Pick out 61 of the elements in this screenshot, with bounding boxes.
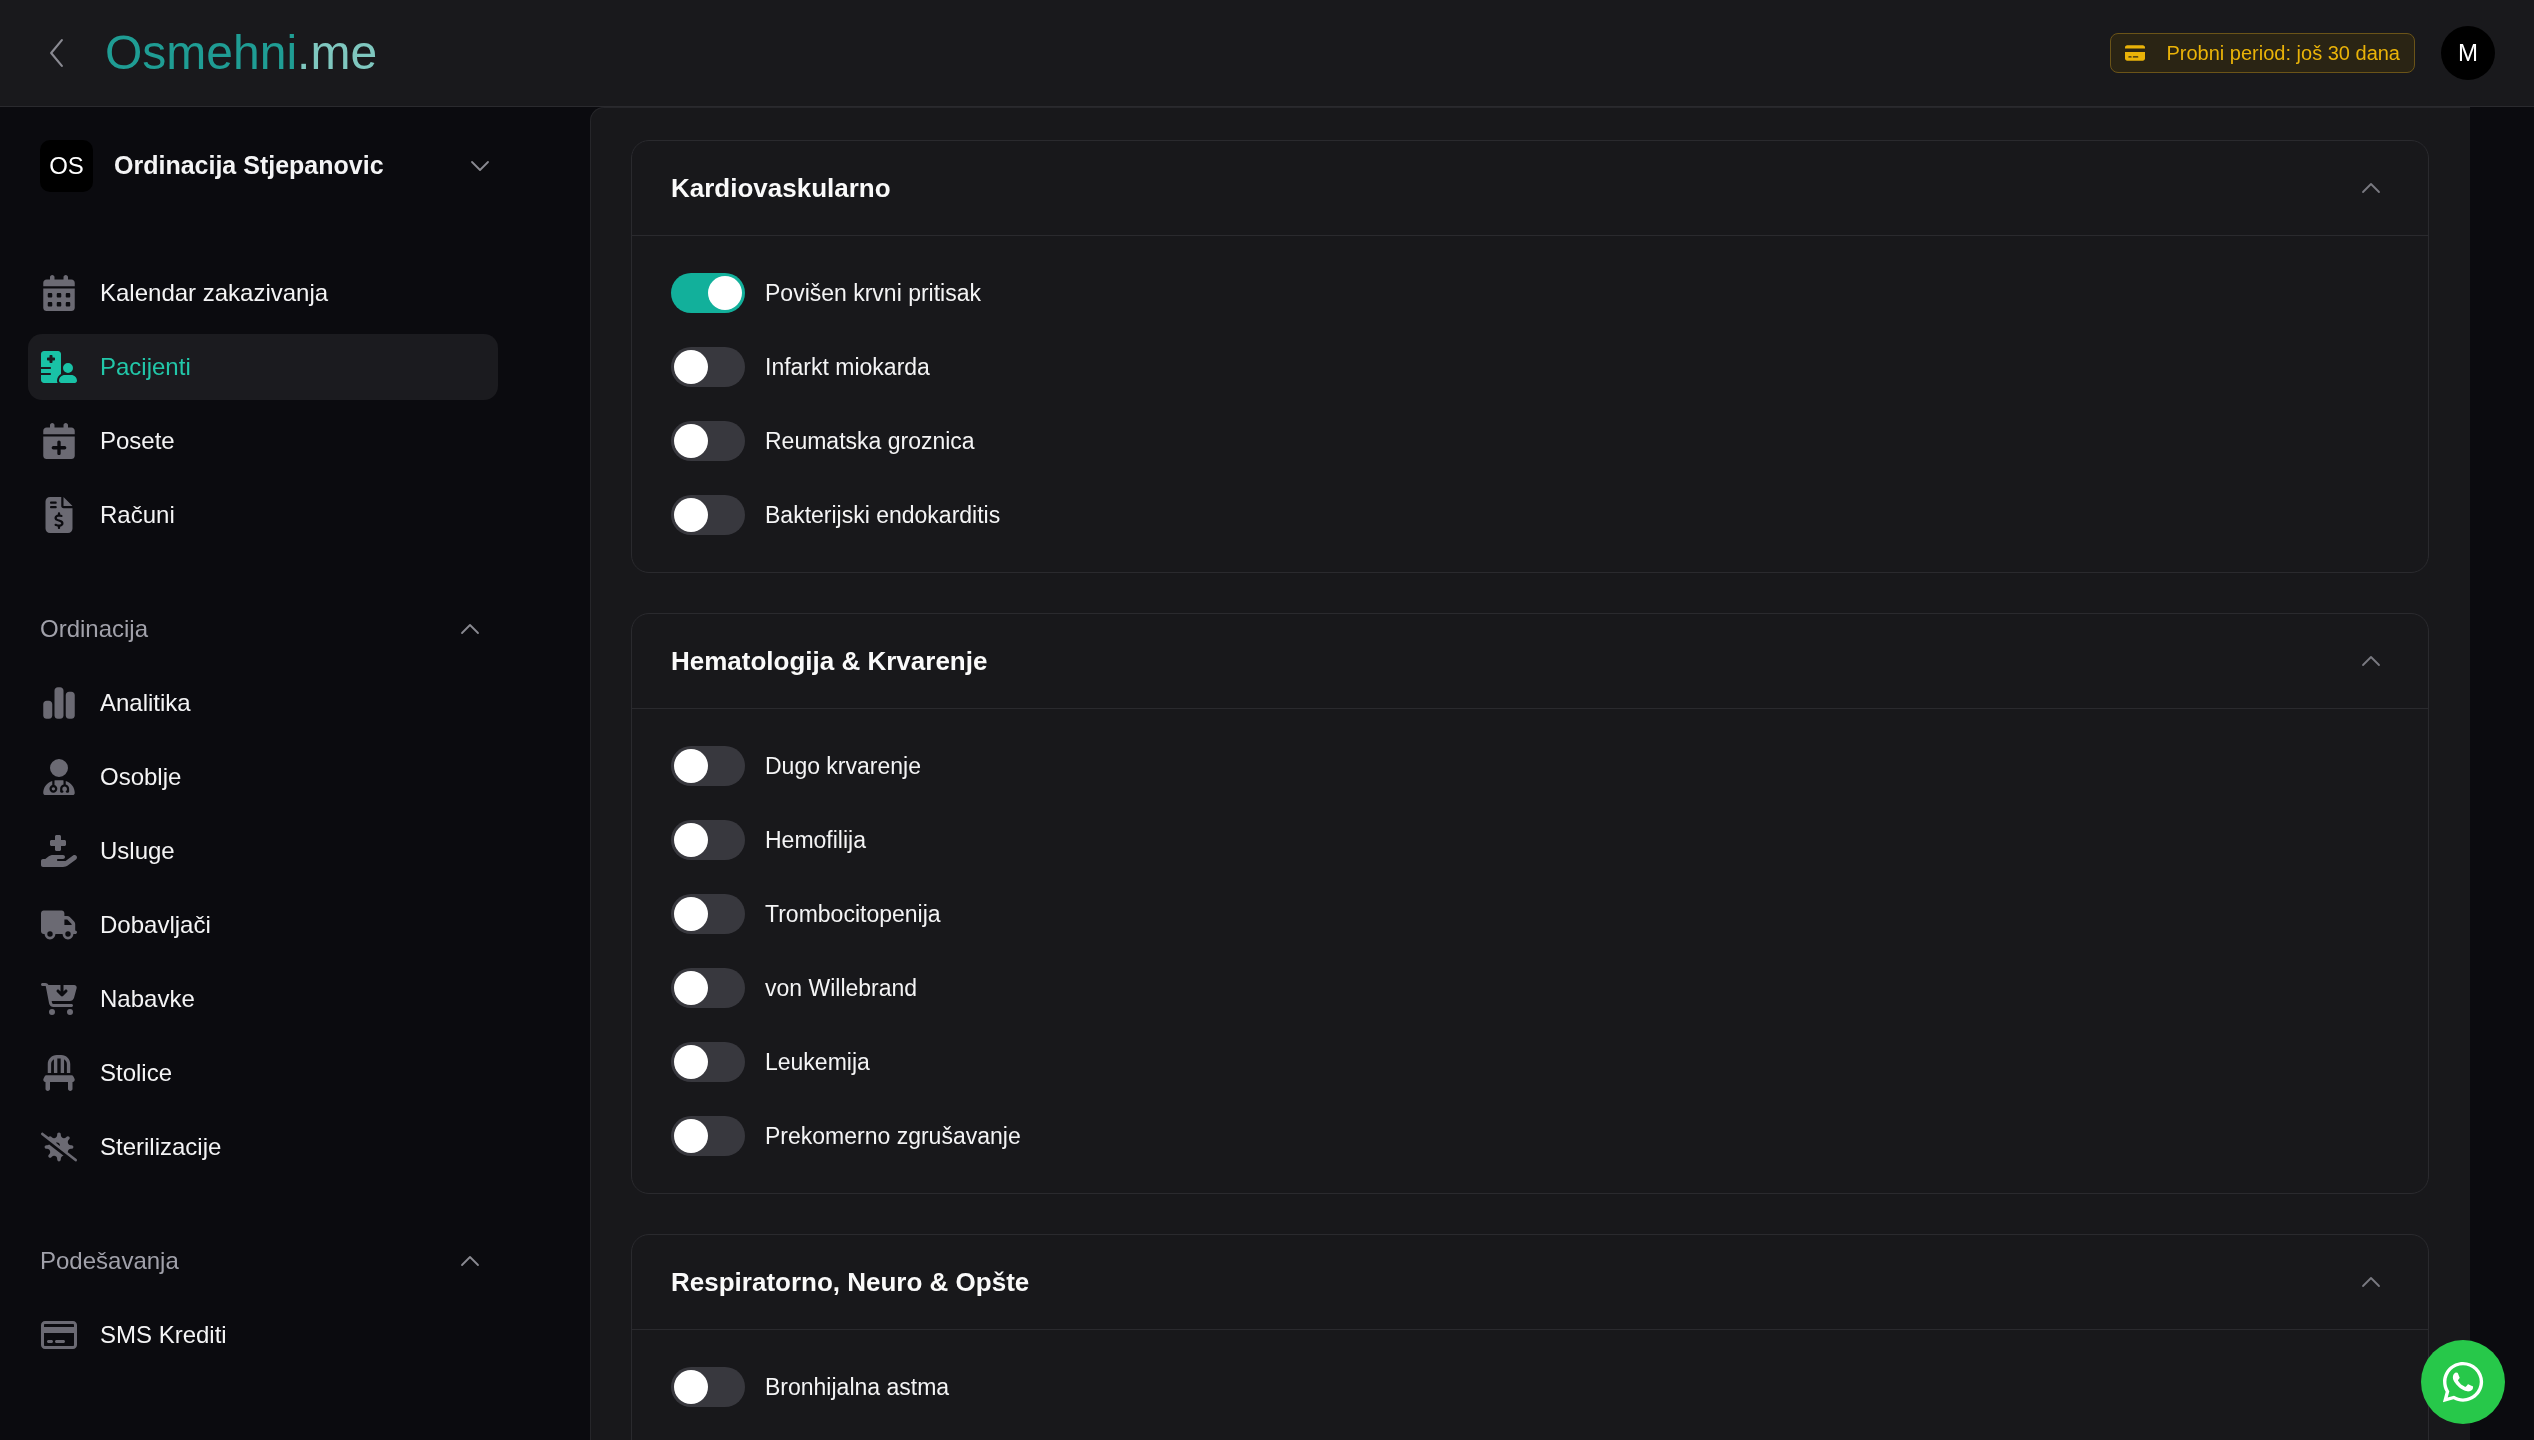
user-avatar[interactable]: M (2441, 26, 2495, 80)
toggle-switch[interactable] (671, 1367, 745, 1407)
toggle-switch[interactable] (671, 820, 745, 860)
doctor-icon (41, 759, 77, 795)
calendar-plus-icon (41, 423, 77, 459)
toggle-switch[interactable] (671, 1042, 745, 1082)
toggle-switch[interactable] (671, 894, 745, 934)
nav-item[interactable]: Usluge (28, 818, 498, 884)
hand-cross-icon (41, 833, 77, 869)
chevron-left-icon[interactable] (49, 38, 64, 68)
nav-item[interactable]: Računi (28, 482, 498, 548)
nav-item[interactable]: SMS Krediti (28, 1302, 498, 1368)
toggle-label: Reumatska groznica (765, 426, 975, 456)
toggle-label: Infarkt miokarda (765, 352, 930, 382)
toggle-switch[interactable] (671, 1116, 745, 1156)
trial-period-button[interactable]: Probni period: još 30 dana (2109, 33, 2415, 73)
org-name: Ordinacija Stjepanovic (114, 150, 384, 182)
nav-item[interactable]: Nabavke (28, 966, 498, 1032)
cart-icon (41, 981, 77, 1017)
toggle-switch[interactable] (671, 421, 745, 461)
patient-card-icon (41, 349, 77, 385)
section-title: Respiratorno, Neuro & Opšte (671, 1265, 1030, 1299)
nav-item[interactable]: Osoblje (28, 744, 498, 810)
toggle-label: Prekomerno zgrušavanje (765, 1121, 1021, 1151)
toggle-label: Trombocitopenija (765, 899, 941, 929)
nav-item[interactable]: Posete (28, 408, 498, 474)
toggle-label: Leukemija (765, 1047, 870, 1077)
bar-chart-icon (41, 685, 77, 721)
nav-item[interactable]: Analitika (28, 670, 498, 736)
nav-item[interactable]: Dobavljači (28, 892, 498, 958)
section-label: Podešavanja (40, 1246, 179, 1276)
org-avatar: OS (40, 140, 93, 192)
toggle-label: von Willebrand (765, 973, 918, 1003)
logo-text: Osmehni.me (105, 29, 378, 77)
chevron-up-icon[interactable] (2361, 182, 2381, 194)
credit-card-icon (2124, 43, 2145, 63)
chair-icon (41, 1055, 77, 1091)
section-title: Kardiovaskularno (671, 171, 891, 205)
chevron-up-icon[interactable] (460, 1255, 480, 1267)
nav-item[interactable]: Stolice (28, 1040, 498, 1106)
phone-chat-icon (2440, 1359, 2486, 1405)
chevron-up-icon[interactable] (460, 623, 480, 635)
nav-item[interactable]: Kalendar zakazivanja (28, 260, 498, 326)
calendar-icon (41, 275, 77, 311)
chevron-up-icon[interactable] (2361, 655, 2381, 667)
toggle-label: Povišen krvni pritisak (765, 278, 982, 308)
toggle-switch[interactable] (671, 746, 745, 786)
toggle-switch[interactable] (671, 347, 745, 387)
chevron-down-icon[interactable] (470, 160, 490, 172)
toggle-label: Dugo krvarenje (765, 751, 921, 781)
section-label: Ordinacija (40, 614, 149, 644)
toggle-switch[interactable] (671, 273, 745, 313)
nav-item[interactable]: Sterilizacije (28, 1114, 498, 1180)
toggle-label: Hemofilija (765, 825, 866, 855)
toggle-switch[interactable] (671, 495, 745, 535)
toggle-label: Bronhijalna astma (765, 1372, 950, 1402)
nav-item[interactable]: Pacijenti (28, 334, 498, 400)
section-title: Hematologija & Krvarenje (671, 644, 988, 678)
chevron-up-icon[interactable] (2361, 1276, 2381, 1288)
toggle-switch[interactable] (671, 968, 745, 1008)
toggle-label: Bakterijski endokarditis (765, 500, 1001, 530)
